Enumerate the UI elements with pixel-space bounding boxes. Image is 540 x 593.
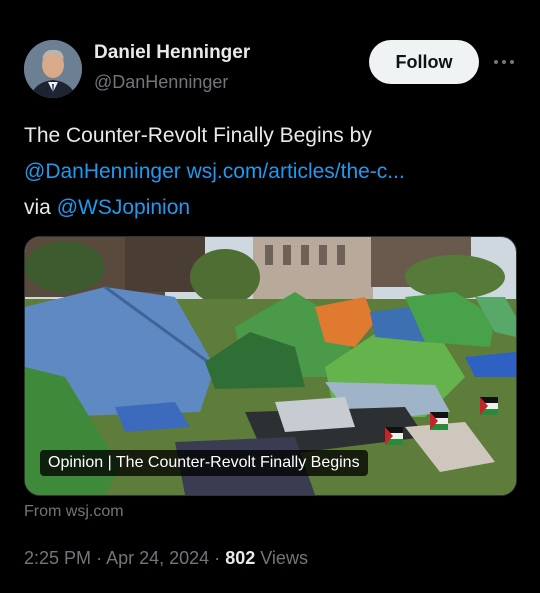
- tweet-text: The Counter-Revolt Finally Begins by @Da…: [24, 118, 519, 226]
- author-handle[interactable]: @DanHenninger: [94, 72, 228, 93]
- meta-separator-2: ·: [214, 548, 221, 568]
- mention-link[interactable]: @DanHenninger: [24, 160, 181, 183]
- tweet-date[interactable]: Apr 24, 2024: [106, 548, 209, 568]
- views-count[interactable]: 802: [225, 548, 255, 568]
- tweet-time[interactable]: 2:25 PM: [24, 548, 91, 568]
- card-caption: Opinion | The Counter-Revolt Finally Beg…: [40, 450, 368, 476]
- tweet-meta: 2:25 PM · Apr 24, 2024 · 802 Views: [24, 548, 308, 569]
- avatar[interactable]: [24, 40, 82, 98]
- author-name[interactable]: Daniel Henninger: [94, 42, 250, 64]
- via-mention-link[interactable]: @WSJopinion: [57, 196, 190, 219]
- article-link[interactable]: wsj.com/articles/the-c...: [187, 160, 405, 183]
- avatar-photo: [24, 40, 82, 98]
- tweet-line-1: The Counter-Revolt Finally Begins by: [24, 124, 372, 147]
- more-horizontal-icon[interactable]: [492, 52, 516, 72]
- card-source[interactable]: From wsj.com: [24, 503, 124, 521]
- via-label: via: [24, 196, 51, 219]
- follow-button[interactable]: Follow: [369, 40, 479, 84]
- meta-separator: ·: [96, 548, 103, 568]
- views-label[interactable]: Views: [260, 548, 308, 568]
